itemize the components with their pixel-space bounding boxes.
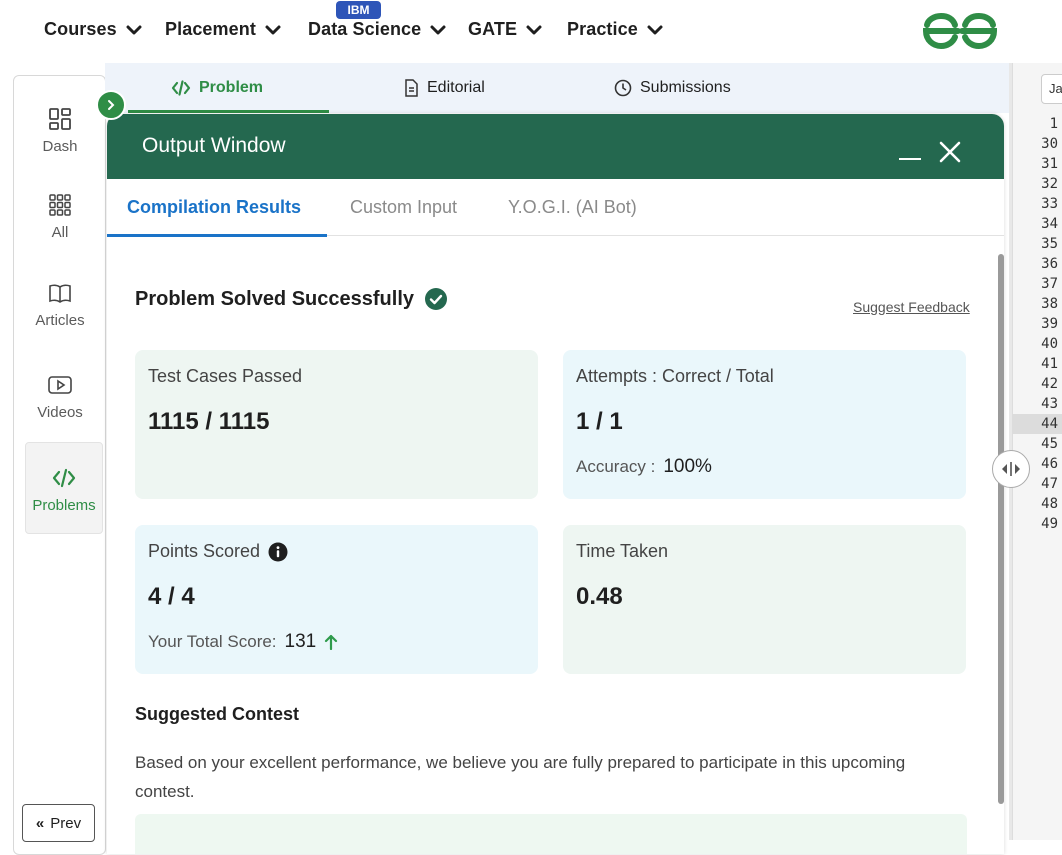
tab-compilation-results[interactable]: Compilation Results <box>127 197 301 218</box>
language-select[interactable]: Ja <box>1041 74 1062 104</box>
line-number: 49 <box>1041 516 1058 532</box>
close-icon[interactable] <box>939 141 961 163</box>
line-number: 38 <box>1041 296 1058 312</box>
line-number: 36 <box>1041 256 1058 272</box>
line-number: 39 <box>1041 316 1058 332</box>
minimize-icon[interactable] <box>899 158 921 160</box>
tab-yogi-ai-bot[interactable]: Y.O.G.I. (AI Bot) <box>508 197 637 218</box>
nav-gate[interactable]: GATE <box>468 19 543 40</box>
points-card: Points Scored 4 / 4 Your Total Score: 13… <box>135 525 538 674</box>
line-number: 34 <box>1041 216 1058 232</box>
line-number: 44 <box>1012 414 1062 434</box>
ibm-badge: IBM <box>336 1 381 19</box>
card-value: 1 / 1 <box>576 408 623 435</box>
chevron-down-icon <box>430 25 446 34</box>
output-window: Output Window Compilation Results Custom… <box>107 114 1004 854</box>
document-icon <box>405 79 418 97</box>
video-icon <box>48 376 72 394</box>
nav-courses[interactable]: Courses <box>44 19 143 40</box>
suggested-contest-text: Based on your excellent performance, we … <box>135 753 906 801</box>
card-label: Time Taken <box>576 541 669 561</box>
chevron-down-icon <box>126 25 142 34</box>
chevron-down-icon <box>265 25 281 34</box>
line-number: 45 <box>1041 436 1058 452</box>
chevron-down-icon <box>526 25 542 34</box>
tab-editorial[interactable]: Editorial <box>403 63 485 113</box>
card-label: Attempts : Correct / Total <box>576 366 774 386</box>
nav-placement[interactable]: Placement <box>165 19 282 40</box>
line-number: 30 <box>1041 136 1058 152</box>
sidebar-item-articles[interactable]: Articles <box>14 280 106 329</box>
chevron-right-icon <box>108 100 115 110</box>
tab-custom-input[interactable]: Custom Input <box>350 197 457 218</box>
active-tab-indicator <box>107 234 327 237</box>
chevron-down-icon <box>647 25 663 34</box>
card-value: 0.48 <box>576 583 623 610</box>
sidebar-item-videos[interactable]: Videos <box>14 372 106 421</box>
card-value: 4 / 4 <box>148 583 195 610</box>
scrollbar[interactable] <box>998 254 1004 804</box>
time-taken-card: Time Taken 0.48 <box>563 525 966 674</box>
prev-button[interactable]: « Prev <box>22 804 95 842</box>
line-number: 40 <box>1041 336 1058 352</box>
attempts-card: Attempts : Correct / Total 1 / 1 Accurac… <box>563 350 966 499</box>
line-number: 37 <box>1041 276 1058 292</box>
line-number: 32 <box>1041 176 1058 192</box>
clock-icon <box>614 79 632 97</box>
card-label: Test Cases Passed <box>148 366 303 386</box>
left-sidebar: Dash All Articles Videos Problems <box>13 75 106 855</box>
code-icon <box>52 468 76 488</box>
sidebar-item-all[interactable]: All <box>14 192 106 241</box>
line-number: 41 <box>1041 356 1058 372</box>
tab-submissions[interactable]: Submissions <box>614 63 731 113</box>
code-icon <box>171 80 191 96</box>
info-icon[interactable] <box>268 542 288 562</box>
status-heading: Problem Solved Successfully <box>135 287 448 311</box>
top-navbar: Courses Placement IBM Data Science GATE … <box>0 0 1062 63</box>
total-score-row: Your Total Score: 131 <box>148 631 338 653</box>
grid-icon <box>49 194 71 216</box>
output-window-header: Output Window <box>107 114 1004 179</box>
sidebar-item-dash[interactable]: Dash <box>14 106 106 155</box>
arrow-up-icon <box>325 634 338 650</box>
line-number: 35 <box>1041 236 1058 252</box>
contest-card[interactable] <box>135 814 967 854</box>
gfg-logo-icon[interactable] <box>922 12 998 50</box>
check-circle-icon <box>425 288 447 310</box>
accuracy-row: Accuracy : 100% <box>576 456 712 477</box>
test-cases-card: Test Cases Passed 1115 / 1115 <box>135 350 538 499</box>
resize-arrows-icon <box>1002 462 1020 476</box>
book-icon <box>49 284 71 303</box>
double-chevron-left-icon: « <box>35 814 45 832</box>
line-number: 1 <box>1049 116 1058 132</box>
line-number: 48 <box>1041 496 1058 512</box>
nav-data-science[interactable]: Data Science <box>308 19 447 40</box>
line-number: 31 <box>1041 156 1058 172</box>
line-number: 33 <box>1041 196 1058 212</box>
dashboard-icon <box>49 108 71 130</box>
output-window-title: Output Window <box>142 134 286 157</box>
tab-problem[interactable]: Problem <box>171 63 263 113</box>
resize-handle[interactable] <box>992 450 1030 488</box>
card-value: 1115 / 1115 <box>148 408 270 435</box>
card-label: Points Scored <box>148 541 288 562</box>
line-number: 42 <box>1041 376 1058 392</box>
line-number: 43 <box>1041 396 1058 412</box>
suggest-feedback-link[interactable]: Suggest Feedback <box>853 299 970 315</box>
sidebar-item-problems[interactable]: Problems <box>25 442 103 534</box>
active-tab-indicator <box>128 110 329 113</box>
nav-practice[interactable]: Practice <box>567 19 664 40</box>
problem-tabs: Problem Editorial Submissions <box>105 63 1010 113</box>
suggested-contest-heading: Suggested Contest <box>135 704 300 724</box>
expand-panel-button[interactable] <box>96 90 126 120</box>
